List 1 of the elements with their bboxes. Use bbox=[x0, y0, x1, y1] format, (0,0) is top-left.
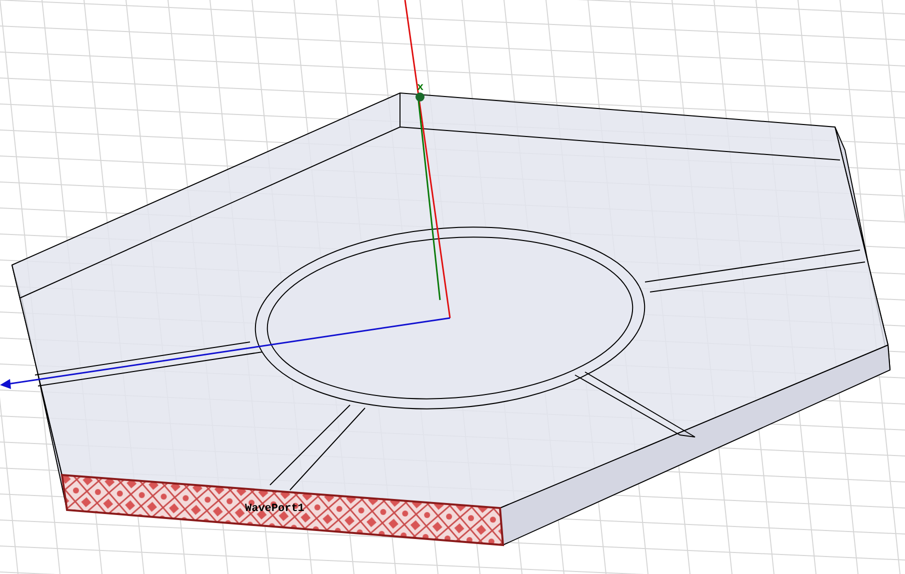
origin-marker-icon bbox=[416, 92, 424, 102]
